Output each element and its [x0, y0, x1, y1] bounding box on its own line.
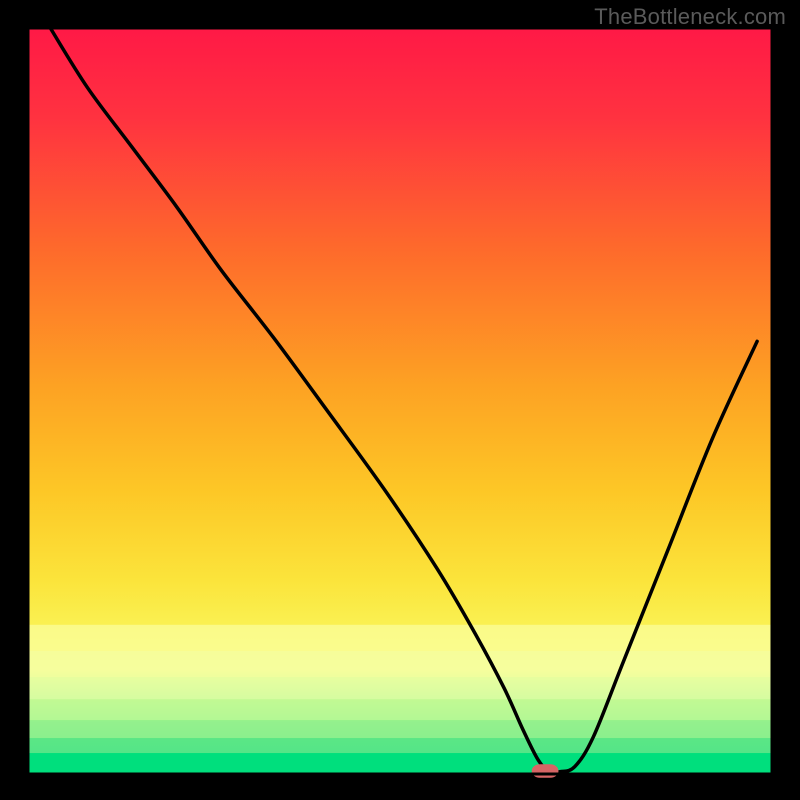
watermark-label: TheBottleneck.com [594, 4, 786, 30]
green-base-strip [28, 625, 772, 774]
optimal-point-marker [532, 764, 559, 777]
bottleneck-chart [0, 0, 800, 800]
